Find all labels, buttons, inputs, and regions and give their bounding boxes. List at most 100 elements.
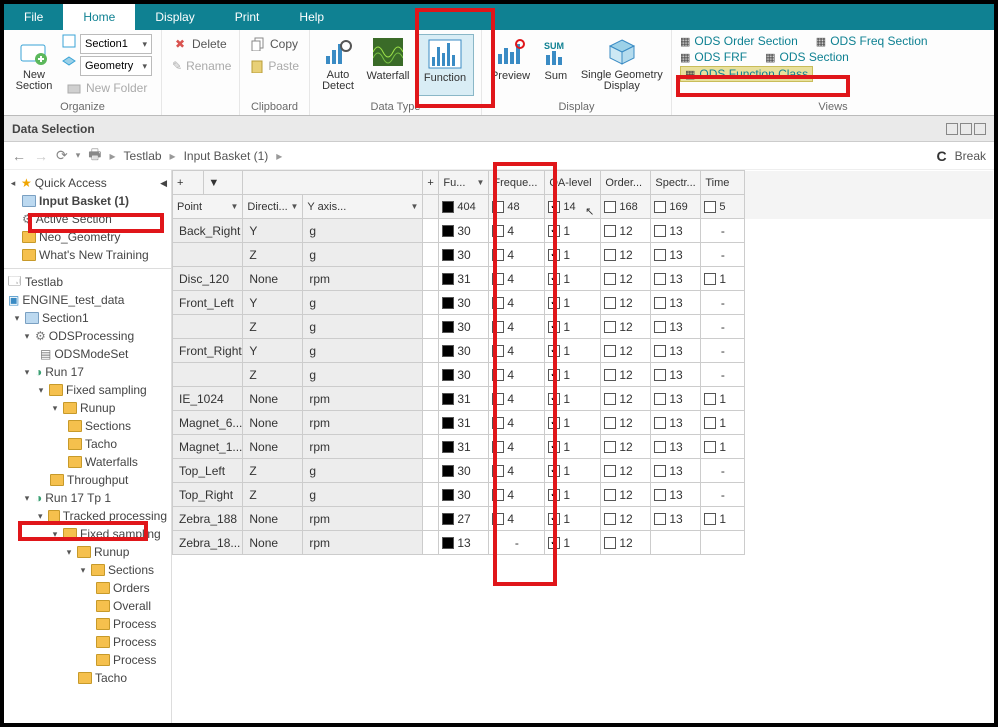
tree-active-section[interactable]: Active Section [36,212,112,226]
chevron-down-icon[interactable]: ▾ [76,150,81,161]
table-row[interactable]: IE_1024Nonerpm314112131 [173,387,994,411]
collapse-icon[interactable]: ◂ [8,178,18,189]
table-row[interactable]: Zebra_18...Nonerpm13-112 [173,531,994,555]
menu-print[interactable]: Print [215,4,280,30]
col-order[interactable]: Order... [601,171,651,195]
table-row[interactable]: Zg30411213- [173,243,994,267]
tree-input-basket[interactable]: Input Basket (1) [39,194,129,208]
view-ods-frf[interactable]: ▦ODS FRF [680,50,747,64]
tree-ods-processing[interactable]: ODSProcessing [49,329,134,343]
col-freq[interactable]: Freque... [489,171,545,195]
expand-icon[interactable]: ▾ [64,547,74,558]
sum-button[interactable]: SUM Sum [537,34,575,92]
geometry-dropdown[interactable]: Geometry [80,56,152,76]
tree-process-2[interactable]: Process [113,635,156,649]
expand-icon[interactable]: ▾ [78,565,88,576]
expand-icon[interactable]: ▾ [50,529,60,540]
waterfall-button[interactable]: Waterfall [364,34,412,82]
tree-fixed-sampling-2[interactable]: Fixed sampling [80,527,161,541]
tree-ods-modeset[interactable]: ODSModeSet [54,347,128,361]
chevron-left-icon[interactable]: ◀ [160,178,167,189]
tree-run17[interactable]: Run 17 [45,365,84,379]
breadcrumb-input-basket[interactable]: Input Basket (1) [184,149,269,163]
tree-process-3[interactable]: Process [113,653,156,667]
nav-back-icon[interactable]: ← [12,148,26,164]
hdr-order-total[interactable]: 168 [601,195,651,219]
tree-process-1[interactable]: Process [113,617,156,631]
expand-icon[interactable]: ▾ [22,367,32,378]
view-ods-function-class[interactable]: ▦ODS Function Class [680,66,813,82]
table-row[interactable]: Top_RightZg30411213- [173,483,994,507]
menu-display[interactable]: Display [135,4,214,30]
new-section-button[interactable]: NewSection [10,34,58,98]
delete-button[interactable]: ✖Delete [168,34,233,54]
col-filter[interactable]: ▼ [204,171,243,195]
table-row[interactable]: Magnet_1...Nonerpm314112131 [173,435,994,459]
hdr-oa-total[interactable]: 14↖ [545,195,601,219]
breadcrumb-testlab[interactable]: Testlab [124,149,162,163]
rename-button[interactable]: ✎Rename [168,56,233,76]
expand-icon[interactable]: ▾ [36,385,46,396]
paste-button[interactable]: Paste [246,56,303,76]
tree-fixed-sampling[interactable]: Fixed sampling [66,383,147,397]
table-row[interactable]: Zebra_188Nonerpm274112131 [173,507,994,531]
table-row[interactable]: Zg30411213- [173,363,994,387]
menu-file[interactable]: File [4,4,63,30]
col-spectr[interactable]: Spectr... [651,171,701,195]
break-button[interactable]: Break [955,149,986,163]
table-row[interactable]: Front_RightYg30411213- [173,339,994,363]
expand-icon[interactable]: ▾ [50,403,60,414]
expand-icon[interactable]: ▾ [12,313,22,324]
table-row[interactable]: Disc_120Nonerpm314112131 [173,267,994,291]
new-folder-button[interactable]: New Folder [62,78,152,98]
function-button[interactable]: Function [416,34,474,96]
view-ods-freq-section[interactable]: ▦ODS Freq Section [816,34,928,48]
tree-neo-geometry[interactable]: Neo_Geometry [39,230,120,244]
hdr-freq-total[interactable]: 48 [489,195,545,219]
tree-section1[interactable]: Section1 [42,311,89,325]
col-time[interactable]: Time [701,171,745,195]
tree-whats-new[interactable]: What's New Training [39,248,149,262]
reload-icon[interactable]: C [937,148,947,164]
table-row[interactable]: Zg30411213- [173,315,994,339]
tree-run17tp1[interactable]: Run 17 Tp 1 [45,491,111,505]
auto-detect-button[interactable]: AutoDetect [316,34,360,92]
section-dropdown[interactable]: Section1 [80,34,152,54]
hdr-func-total[interactable]: 404 [439,195,489,219]
tree-orders[interactable]: Orders [113,581,150,595]
tree-sections[interactable]: Sections [85,419,131,433]
nav-refresh-icon[interactable]: ⟳ [56,147,68,164]
printer-icon[interactable]: 🖶 [88,144,101,168]
single-geometry-display-button[interactable]: Single GeometryDisplay [579,34,665,92]
hdr-spectr-total[interactable]: 169 [651,195,701,219]
col-point[interactable]: Point▼ [173,195,243,219]
tree-throughput[interactable]: Throughput [67,473,128,487]
layout-tiles[interactable] [946,123,986,135]
tree-tacho-2[interactable]: Tacho [95,671,127,685]
expand-icon[interactable]: ▾ [22,331,32,342]
table-row[interactable]: Magnet_6...Nonerpm314112131 [173,411,994,435]
tree-runup[interactable]: Runup [80,401,115,415]
hdr-time-total[interactable]: 5 [701,195,745,219]
preview-button[interactable]: Preview [488,34,533,92]
tree-testlab[interactable]: Testlab [25,275,63,289]
tree-tacho[interactable]: Tacho [85,437,117,451]
table-row[interactable]: Top_LeftZg30411213- [173,459,994,483]
tree-overall[interactable]: Overall [113,599,151,613]
col-yaxis[interactable]: Y axis...▼ [303,195,423,219]
nav-forward-icon[interactable]: → [34,148,48,164]
table-row[interactable]: Back_RightYg30411213- [173,219,994,243]
copy-button[interactable]: Copy [246,34,303,54]
menu-help[interactable]: Help [279,4,344,30]
table-row[interactable]: Front_LeftYg30411213- [173,291,994,315]
col-oa[interactable]: OA-level [545,171,601,195]
tree-engine-test-data[interactable]: ENGINE_test_data [22,293,124,307]
menu-home[interactable]: Home [63,4,135,30]
col-func[interactable]: Fu...▼ [439,171,489,195]
tree-waterfalls[interactable]: Waterfalls [85,455,138,469]
tree-quick-access[interactable]: Quick Access [35,176,107,190]
view-ods-order-section[interactable]: ▦ODS Order Section [680,34,798,48]
col-plus[interactable]: + [173,171,204,195]
tree-runup-2[interactable]: Runup [94,545,129,559]
view-ods-section[interactable]: ▦ODS Section [765,50,849,64]
